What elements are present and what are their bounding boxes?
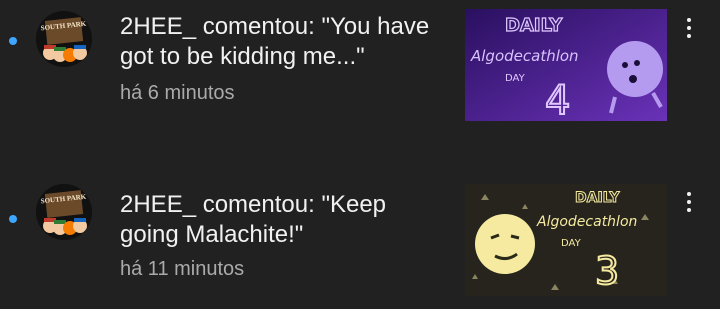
kebab-dot-icon (687, 26, 691, 30)
thumb-day-number: 4 (545, 78, 570, 121)
thumb-title-line1: DAILY (505, 15, 563, 36)
notification-item[interactable]: SOUTH PARK 2HEE_ comentou: "Keep going M… (0, 170, 720, 309)
thumb-day-number: 3 (595, 249, 619, 293)
south-park-avatar-icon: SOUTH PARK (36, 11, 92, 67)
thumb-title-line3: DAY (505, 73, 526, 84)
thumb-title-line1: DAILY (575, 190, 620, 206)
notification-item[interactable]: SOUTH PARK 2HEE_ comentou: "You have got… (0, 0, 720, 140)
kebab-dot-icon (687, 34, 691, 38)
thumbnail-image: DAILY Algodecathlon DAY 3 (465, 184, 667, 296)
kebab-dot-icon (687, 200, 691, 204)
notification-message: 2HEE_ comentou: "Keep going Malachite!" (120, 191, 387, 248)
avatar[interactable]: SOUTH PARK (36, 11, 92, 67)
thumb-title-line2: Algodecathlon (470, 47, 579, 65)
kebab-dot-icon (687, 18, 691, 22)
video-thumbnail[interactable]: DAILY Algodecathlon DAY 3 (465, 184, 667, 296)
thumbnail-image: DAILY Algodecathlon DAY 4 (465, 9, 667, 121)
notification-text[interactable]: 2HEE_ comentou: "Keep going Malachite!" … (120, 190, 430, 282)
notification-time: há 11 minutos (120, 258, 245, 280)
thumb-title-line3: DAY (561, 238, 582, 249)
video-thumbnail[interactable]: DAILY Algodecathlon DAY 4 (465, 9, 667, 121)
notification-message: 2HEE_ comentou: "You have got to be kidd… (120, 13, 430, 70)
more-options-button[interactable] (678, 184, 700, 220)
thumb-title-line2: Algodecathlon (536, 214, 637, 230)
kebab-dot-icon (687, 208, 691, 212)
notification-time: há 6 minutos (120, 82, 235, 104)
unread-indicator (9, 215, 17, 223)
avatar[interactable]: SOUTH PARK (36, 184, 92, 240)
unread-indicator (9, 37, 17, 45)
kebab-dot-icon (687, 192, 691, 196)
more-options-button[interactable] (678, 10, 700, 46)
notification-text[interactable]: 2HEE_ comentou: "You have got to be kidd… (120, 12, 430, 106)
notification-list: SOUTH PARK 2HEE_ comentou: "You have got… (0, 0, 720, 309)
south-park-avatar-icon: SOUTH PARK (36, 184, 92, 240)
